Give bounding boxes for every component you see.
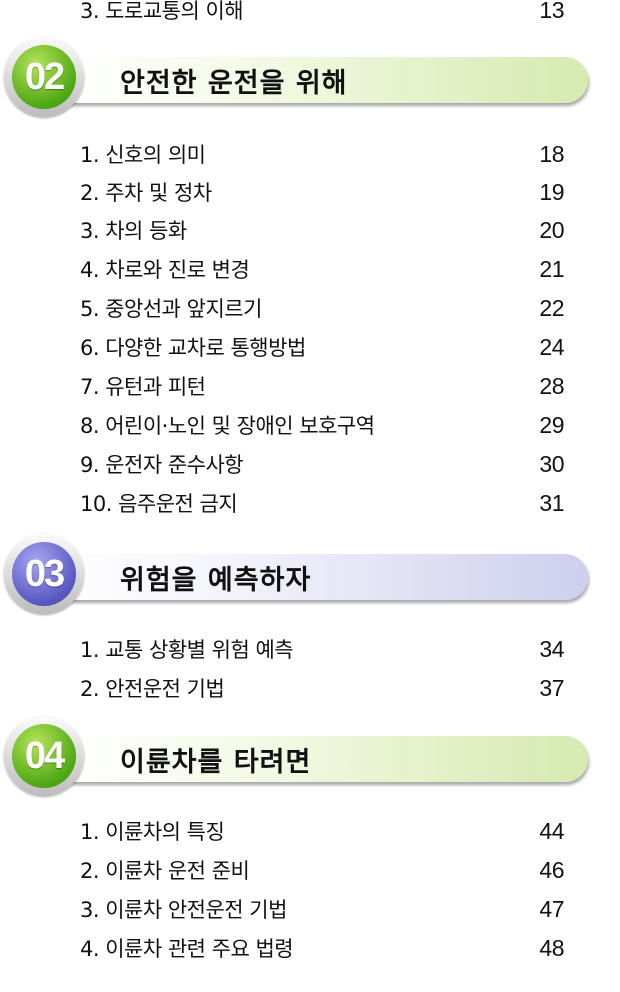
toc-entry: 3. 차의 등화 20 <box>80 212 564 248</box>
toc-entry-label: 6. 다양한 교차로 통행방법 <box>80 336 306 360</box>
section-number-badge: 02 <box>4 37 84 117</box>
toc-entry: 1. 교통 상황별 위험 예측 34 <box>80 631 564 667</box>
toc-entry-label: 3. 이륜차 안전운전 기법 <box>80 898 287 922</box>
toc-entry: 1. 신호의 의미 18 <box>80 136 564 172</box>
toc-entry-page: 34 <box>539 635 564 662</box>
toc-entry-page: 20 <box>539 216 564 243</box>
toc-entry-page: 29 <box>539 411 564 438</box>
toc-entry: 4. 차로와 진로 변경 21 <box>80 251 564 287</box>
toc-entry-page: 37 <box>539 674 564 701</box>
toc-entry-label: 2. 안전운전 기법 <box>80 677 225 701</box>
toc-entry-page: 19 <box>539 178 564 205</box>
toc-entry-label: 10. 음주운전 금지 <box>80 492 238 516</box>
toc-entry-label: 2. 이륜차 운전 준비 <box>80 859 250 883</box>
toc-entry: 8. 어린이·노인 및 장애인 보호구역 29 <box>80 407 564 443</box>
toc-entry-label: 3. 도로교통의 이해 <box>80 0 244 23</box>
toc-entry-page: 30 <box>539 450 564 477</box>
toc-entry: 4. 이륜차 관련 주요 법령 48 <box>80 930 564 966</box>
toc-entry-label: 2. 주차 및 정차 <box>80 181 212 205</box>
toc-entry: 1. 이륜차의 특징 44 <box>80 813 564 849</box>
toc-entry: 2. 주차 및 정차 19 <box>80 174 564 210</box>
section-title: 위험을 예측하자 <box>58 554 588 600</box>
section-number: 04 <box>12 724 76 788</box>
toc-entry-label: 9. 운전자 준수사항 <box>80 453 244 477</box>
toc-entry-label: 1. 이륜차의 특징 <box>80 820 225 844</box>
toc-entry-page: 18 <box>539 140 564 167</box>
toc-entry: 3. 도로교통의 이해 13 <box>80 0 564 28</box>
toc-entry: 2. 이륜차 운전 준비 46 <box>80 852 564 888</box>
toc-entry: 9. 운전자 준수사항 30 <box>80 446 564 482</box>
section-title: 이륜차를 타려면 <box>58 736 588 782</box>
toc-entry: 7. 유턴과 피턴 28 <box>80 368 564 404</box>
toc-entry: 3. 이륜차 안전운전 기법 47 <box>80 891 564 927</box>
toc-entry-page: 24 <box>539 333 564 360</box>
toc-entry-label: 3. 차의 등화 <box>80 219 187 243</box>
toc-entry-label: 1. 신호의 의미 <box>80 143 206 167</box>
toc-entry: 10. 음주운전 금지 31 <box>80 485 564 521</box>
toc-entry-label: 1. 교통 상황별 위험 예측 <box>80 638 294 662</box>
toc-entry-page: 28 <box>539 372 564 399</box>
toc-entry-label: 7. 유턴과 피턴 <box>80 375 206 399</box>
toc-entry-page: 46 <box>539 856 564 883</box>
section-number-badge: 04 <box>4 716 84 796</box>
section-number-badge: 03 <box>4 534 84 614</box>
toc-entry-label: 5. 중앙선과 앞지르기 <box>80 297 262 321</box>
toc-entry: 2. 안전운전 기법 37 <box>80 670 564 706</box>
toc-entry-page: 13 <box>539 0 564 23</box>
toc-entry-page: 31 <box>539 489 564 516</box>
section-header-02: 02 안전한 운전을 위해 <box>4 37 590 121</box>
toc-entry-page: 22 <box>539 294 564 321</box>
toc-entry-page: 44 <box>539 817 564 844</box>
section-number: 02 <box>12 45 76 109</box>
section-header-03: 03 위험을 예측하자 <box>4 534 590 618</box>
toc-entry: 5. 중앙선과 앞지르기 22 <box>80 290 564 326</box>
section-title: 안전한 운전을 위해 <box>58 57 588 103</box>
section-number: 03 <box>12 542 76 606</box>
toc-entry-label: 8. 어린이·노인 및 장애인 보호구역 <box>80 414 375 438</box>
toc-entry-page: 48 <box>539 934 564 961</box>
toc-entry-label: 4. 이륜차 관련 주요 법령 <box>80 937 294 961</box>
toc-entry-page: 47 <box>539 895 564 922</box>
toc-entry-label: 4. 차로와 진로 변경 <box>80 258 250 282</box>
section-header-04: 04 이륜차를 타려면 <box>4 716 590 800</box>
toc-entry: 6. 다양한 교차로 통행방법 24 <box>80 329 564 365</box>
toc-entry-page: 21 <box>539 255 564 282</box>
